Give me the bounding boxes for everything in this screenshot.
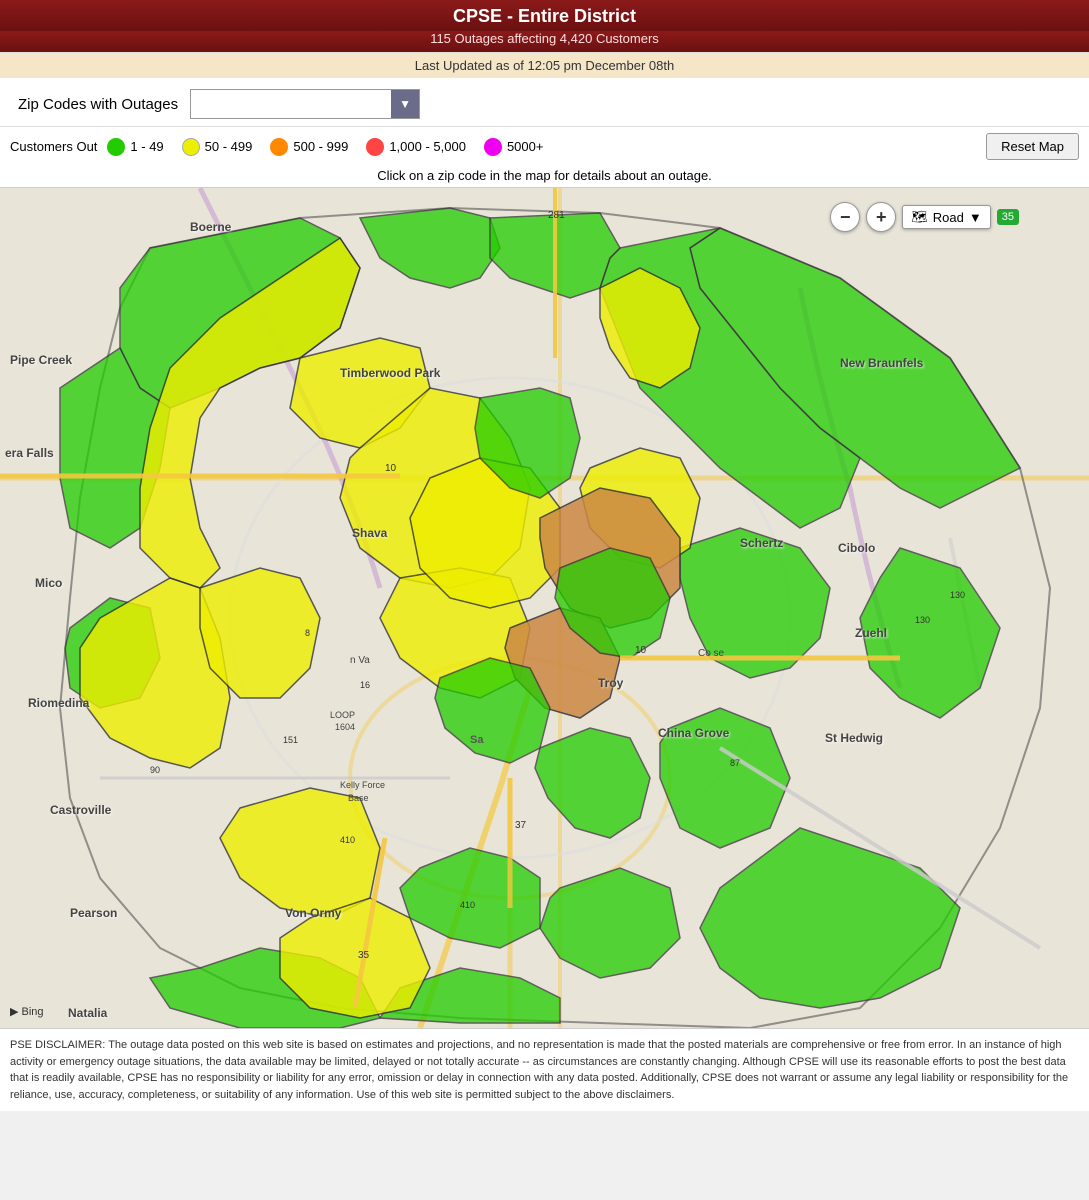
map-type-icon: 🗺 <box>911 209 928 225</box>
svg-text:130: 130 <box>915 615 930 625</box>
svg-text:1604: 1604 <box>335 722 355 732</box>
svg-text:410: 410 <box>460 900 475 910</box>
legend-item-1-49: 1 - 49 <box>107 138 163 156</box>
map-container[interactable]: 10 281 35 410 410 10 37 87 90 16 151 Kel… <box>0 188 1089 1028</box>
legend-dot-orange <box>270 138 288 156</box>
legend-item-500-999: 500 - 999 <box>270 138 348 156</box>
legend-row: Customers Out 1 - 49 50 - 499 500 - 999 … <box>0 127 1089 164</box>
legend-dot-magenta <box>484 138 502 156</box>
title-bar: CPSE - Entire District <box>0 0 1089 31</box>
zip-codes-label: Zip Codes with Outages <box>18 96 178 113</box>
map-type-label: Road <box>933 210 964 225</box>
legend-item-1000-5000: 1,000 - 5,000 <box>366 138 466 156</box>
subtitle-bar: 115 Outages affecting 4,420 Customers <box>0 31 1089 52</box>
instruction-text: Click on a zip code in the map for detai… <box>377 168 712 183</box>
svg-text:130: 130 <box>950 590 965 600</box>
legend-range-2: 50 - 499 <box>205 139 253 154</box>
svg-text:n Va: n Va <box>350 655 370 666</box>
outage-count: 115 Outages affecting 4,420 Customers <box>430 31 659 46</box>
legend-range-5: 5000+ <box>507 139 544 154</box>
update-bar: Last Updated as of 12:05 pm December 08t… <box>0 52 1089 78</box>
reset-map-button[interactable]: Reset Map <box>986 133 1079 160</box>
zip-dropdown-wrapper[interactable]: ▼ <box>190 89 420 119</box>
legend-range-3: 500 - 999 <box>293 139 348 154</box>
legend-range-1: 1 - 49 <box>130 139 163 154</box>
highway-35-badge: 35 <box>997 209 1019 225</box>
instruction-row: Click on a zip code in the map for detai… <box>0 164 1089 188</box>
svg-text:151: 151 <box>283 735 298 745</box>
svg-text:35: 35 <box>358 950 370 961</box>
svg-text:LOOP: LOOP <box>330 710 355 720</box>
legend-item-5000plus: 5000+ <box>484 138 544 156</box>
customers-out-label: Customers Out <box>10 139 97 154</box>
legend-dot-red <box>366 138 384 156</box>
svg-text:Co se: Co se <box>698 648 725 659</box>
svg-text:281: 281 <box>548 210 565 221</box>
legend-range-4: 1,000 - 5,000 <box>389 139 466 154</box>
svg-text:410: 410 <box>340 835 355 845</box>
zip-dropdown-input[interactable] <box>191 90 391 118</box>
svg-text:Base: Base <box>348 793 369 803</box>
svg-text:87: 87 <box>730 758 740 768</box>
svg-text:10: 10 <box>385 463 397 474</box>
page-title: CPSE - Entire District <box>453 6 636 26</box>
svg-text:90: 90 <box>150 765 160 775</box>
zoom-out-button[interactable]: − <box>830 202 860 232</box>
header-section: CPSE - Entire District 115 Outages affec… <box>0 0 1089 82</box>
disclaimer-section: PSE DISCLAIMER: The outage data posted o… <box>0 1028 1089 1111</box>
map-type-arrow: ▼ <box>969 210 982 225</box>
disclaimer-text: PSE DISCLAIMER: The outage data posted o… <box>10 1039 1068 1101</box>
bing-logo: ▶ Bing <box>10 1005 44 1018</box>
legend-item-50-499: 50 - 499 <box>182 138 253 156</box>
last-updated: Last Updated as of 12:05 pm December 08t… <box>415 58 674 73</box>
outage-overlay: 10 281 35 410 410 10 37 87 90 16 151 Kel… <box>0 188 1089 1028</box>
svg-text:37: 37 <box>515 820 527 831</box>
zoom-in-button[interactable]: + <box>866 202 896 232</box>
legend-dot-yellow <box>182 138 200 156</box>
map-controls: − + 🗺 Road ▼ 35 <box>830 202 1019 232</box>
legend-dot-green <box>107 138 125 156</box>
svg-text:8: 8 <box>305 628 310 638</box>
svg-text:Sa: Sa <box>470 734 484 746</box>
zip-dropdown-arrow-icon[interactable]: ▼ <box>391 90 419 118</box>
svg-text:Kelly Force: Kelly Force <box>340 780 385 790</box>
map-type-dropdown[interactable]: 🗺 Road ▼ <box>902 205 990 229</box>
svg-text:10: 10 <box>635 645 647 656</box>
svg-text:16: 16 <box>360 680 370 690</box>
